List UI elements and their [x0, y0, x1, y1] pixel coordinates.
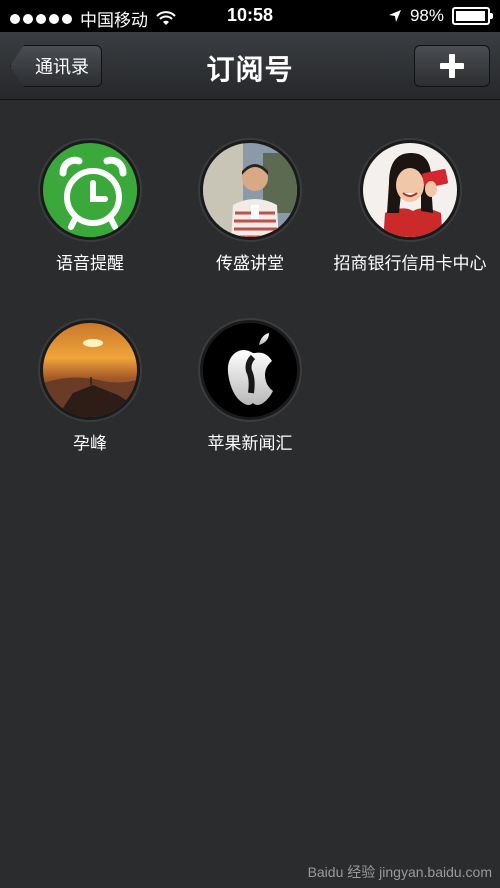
- subscription-item[interactable]: 传盛讲堂: [170, 140, 330, 276]
- battery-icon: [452, 7, 493, 25]
- subscription-name: 招商银行信用卡中心: [333, 254, 487, 274]
- subscription-name: 苹果新闻汇: [207, 434, 293, 454]
- woman-card-photo: [360, 140, 460, 240]
- plus-icon: [440, 54, 464, 78]
- battery-percent: 98%: [409, 6, 444, 25]
- location-arrow-icon: [388, 10, 401, 22]
- subscription-name: 传盛讲堂: [216, 254, 284, 274]
- subscription-item[interactable]: 孕峰: [10, 320, 170, 456]
- add-button[interactable]: [414, 45, 490, 87]
- person-photo: [200, 140, 300, 240]
- status-bar: 中国移动 10:58 98%: [0, 0, 500, 32]
- alarm-clock-icon: [40, 140, 140, 240]
- watermark: Baidu 经验 jingyan.baidu.com: [307, 864, 492, 880]
- navigation-bar: 通讯录 订阅号: [0, 32, 500, 100]
- sunset-mountain-photo: [40, 320, 140, 420]
- subscription-item[interactable]: 苹果新闻汇: [170, 320, 330, 456]
- subscription-item[interactable]: 语音提醒: [10, 140, 170, 276]
- subscription-item[interactable]: 招商银行信用卡中心: [330, 140, 490, 276]
- subscription-name: 孕峰: [73, 434, 107, 454]
- subscription-name: 语音提醒: [56, 254, 124, 274]
- apple-logo-icon: [200, 320, 300, 420]
